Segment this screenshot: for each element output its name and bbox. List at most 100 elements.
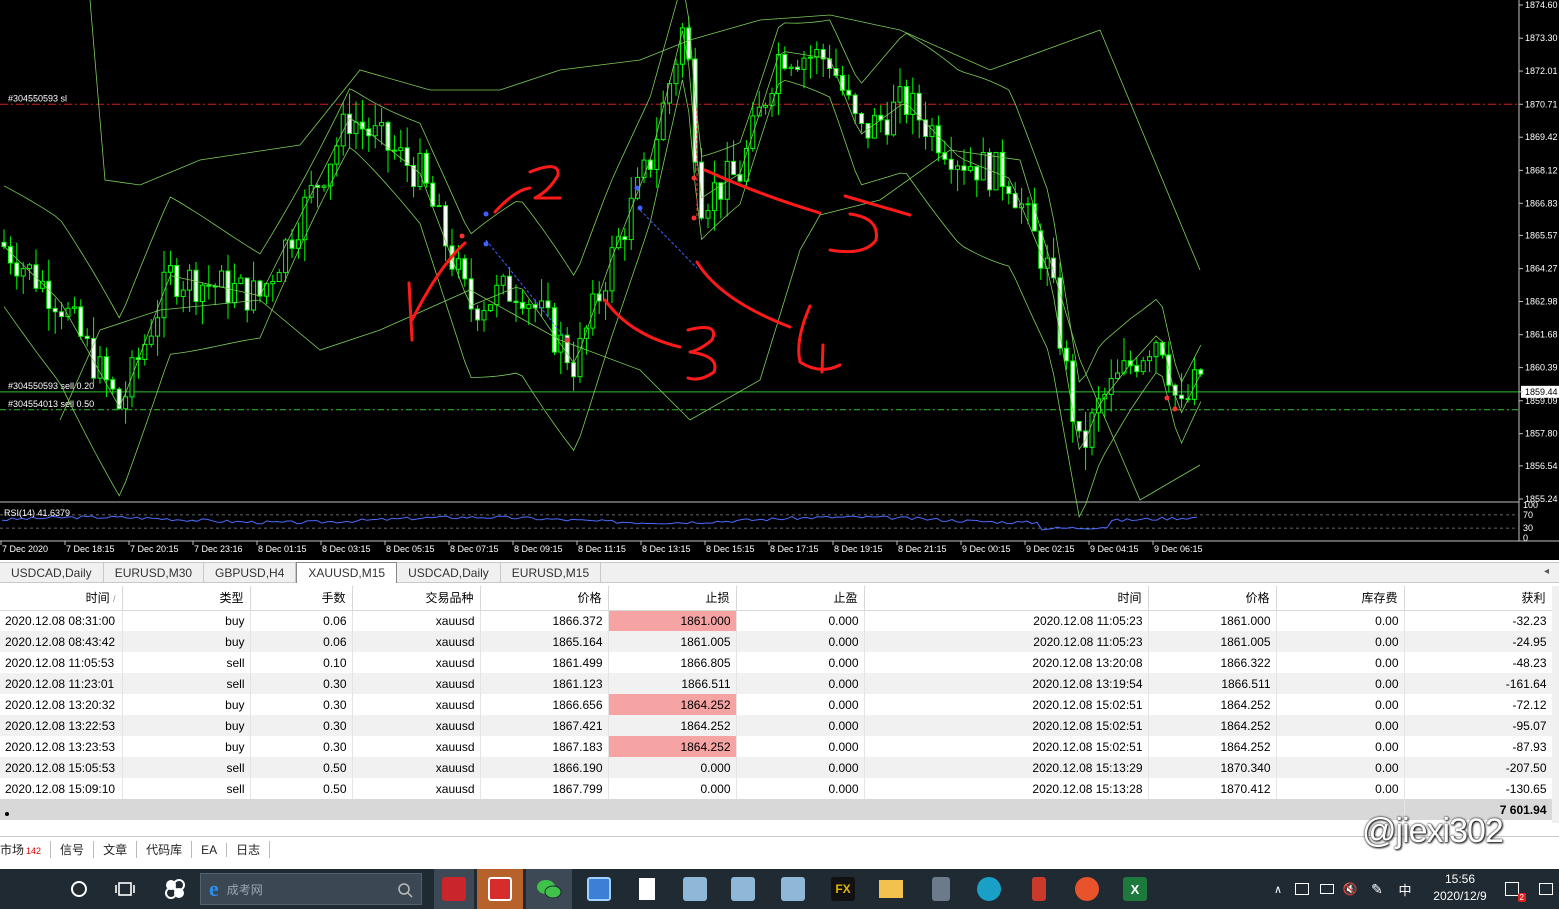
rsi-axis-label: 70 xyxy=(1523,510,1533,520)
edge-browser-icon[interactable] xyxy=(972,869,1006,909)
col-header-profit[interactable]: 获利 xyxy=(1404,586,1553,611)
browser-search-box[interactable]: e 成考网 xyxy=(200,873,422,905)
pen-tray-icon[interactable]: ✎ xyxy=(1366,869,1388,909)
terminal-tab-market[interactable]: 市场 142 xyxy=(0,841,52,858)
pen-app-icon[interactable] xyxy=(1022,869,1056,909)
chart-tab-eurusd-m15[interactable]: EURUSD,M15 xyxy=(501,563,602,583)
clock-date: 2020/12/9 xyxy=(1433,889,1487,903)
terminal-tab-ea[interactable]: EA xyxy=(192,842,228,857)
table-row[interactable]: 2020.12.08 11:23:01 sell 0.30 xauusd 1861.12… xyxy=(0,673,1553,694)
cell-stop-loss: 1864.252 xyxy=(608,694,737,715)
table-scrollbar[interactable] xyxy=(1552,586,1559,823)
col-header-symbol[interactable]: 交易品种 xyxy=(352,586,481,611)
table-row[interactable]: 2020.12.08 15:09:10 sell 0.50 xauusd 1867.79… xyxy=(0,778,1553,799)
terminal-tab-bar: 市场 142 信号 文章 代码库 EA 日志 xyxy=(0,836,1559,862)
mt4-terminal-icon-2[interactable] xyxy=(726,869,760,909)
search-icon[interactable] xyxy=(397,882,413,898)
trade-marker[interactable] xyxy=(637,205,643,211)
col-header-close-price[interactable]: 价格 xyxy=(1148,586,1277,611)
candle xyxy=(1147,356,1153,362)
cell-volume: 0.30 xyxy=(250,715,353,736)
candle xyxy=(78,306,84,337)
action-center-icon[interactable] xyxy=(1534,869,1558,909)
task-view-icon[interactable] xyxy=(108,869,142,909)
wechat-icon[interactable] xyxy=(526,869,572,909)
price-chart[interactable]: 1874.60 1873.30 1872.01 1870.71 1869.42 1868.… xyxy=(0,0,1559,560)
chart-tab-usdcad-daily[interactable]: USDCAD,Daily xyxy=(0,563,104,583)
network-icon[interactable] xyxy=(1316,869,1338,909)
candle xyxy=(59,311,65,318)
excel-icon[interactable]: X xyxy=(1118,869,1152,909)
wps-red-app-icon[interactable] xyxy=(434,869,474,909)
chart-tab-eurusd-m30[interactable]: EURUSD,M30 xyxy=(104,563,205,583)
cell-type: buy xyxy=(122,694,251,715)
col-header-stop-loss[interactable]: 止损 xyxy=(608,586,737,611)
cell-profit: -207.50 xyxy=(1404,757,1553,778)
table-row[interactable]: 2020.12.08 13:22:53 buy 0.30 xauusd 1867.421… xyxy=(0,715,1553,736)
table-row[interactable]: 2020.12.08 11:05:53 sell 0.10 xauusd 1861.49… xyxy=(0,652,1553,673)
fx-app-icon[interactable]: FX xyxy=(826,869,860,909)
chart-tab-usdcad-daily-2[interactable]: USDCAD,Daily xyxy=(397,563,501,583)
notification-icon[interactable]: 2 xyxy=(1500,869,1526,909)
col-header-volume[interactable]: 手数 xyxy=(250,586,353,611)
orange-app-icon[interactable] xyxy=(1070,869,1104,909)
cell-stop-loss: 0.000 xyxy=(608,778,737,799)
wps-app-icon-active[interactable] xyxy=(477,869,523,909)
terminal-tab-articles[interactable]: 文章 xyxy=(94,841,138,858)
table-row[interactable]: 2020.12.08 08:43:42 buy 0.06 xauusd 1865.164… xyxy=(0,631,1553,652)
cell-stop-loss: 1866.805 xyxy=(608,652,737,673)
cell-stop-loss: 1864.252 xyxy=(608,715,737,736)
ime-indicator[interactable]: 中 xyxy=(1394,869,1416,909)
terminal-tab-code-base[interactable]: 代码库 xyxy=(137,841,193,858)
candle xyxy=(315,184,321,188)
trade-marker[interactable] xyxy=(691,215,697,221)
document-icon[interactable] xyxy=(630,869,664,909)
time-axis-label: 8 Dec 05:15 xyxy=(386,544,435,554)
tray-expand-icon[interactable]: ∧ xyxy=(1268,869,1288,909)
folder-icon[interactable] xyxy=(874,869,908,909)
terminal-tab-journal[interactable]: 日志 xyxy=(227,841,271,858)
taskbar-clock[interactable]: 15:56 2020/12/9 xyxy=(1425,871,1495,905)
trade-marker[interactable] xyxy=(459,233,465,239)
trade-marker[interactable] xyxy=(691,175,697,181)
trade-marker[interactable] xyxy=(483,211,489,217)
col-header-open-price[interactable]: 价格 xyxy=(480,586,609,611)
col-header-open-time[interactable]: 时间 / xyxy=(0,586,123,611)
terminal-tab-signals[interactable]: 信号 xyxy=(51,841,95,858)
cell-close-time: 2020.12.08 11:05:23 xyxy=(864,631,1149,652)
candlestick-chart[interactable]: 1874.60 1873.30 1872.01 1870.71 1869.42 1868.… xyxy=(0,0,1559,560)
table-row[interactable]: 2020.12.08 13:23:53 buy 0.30 xauusd 1867.183… xyxy=(0,736,1553,757)
cortana-icon[interactable] xyxy=(62,869,96,909)
rsi-axis-label: 100 xyxy=(1523,500,1538,510)
volume-muted-icon[interactable]: 🔇 xyxy=(1340,869,1360,909)
handwritten-5 xyxy=(828,194,912,254)
search-placeholder: 成考网 xyxy=(226,882,263,897)
tray-app-icon[interactable] xyxy=(1292,869,1312,909)
chart-tab-xauusd-m15[interactable]: XAUUSD,M15 xyxy=(296,562,398,583)
calculator-icon[interactable] xyxy=(924,869,958,909)
candle xyxy=(455,258,461,270)
cell-symbol: xauusd xyxy=(352,652,481,673)
window-app-icon[interactable] xyxy=(582,869,616,909)
trade-marker[interactable] xyxy=(1172,406,1178,412)
trade-marker[interactable] xyxy=(634,185,640,191)
col-header-close-time[interactable]: 时间 xyxy=(864,586,1149,611)
chart-tab-gbpusd-h4[interactable]: GBPUSD,H4 xyxy=(204,563,297,583)
candle xyxy=(507,275,513,302)
handwritten-4 xyxy=(797,304,842,374)
cell-open-time: 2020.12.08 15:05:53 xyxy=(0,757,123,778)
pinwheel-app-icon[interactable] xyxy=(158,869,192,909)
candle xyxy=(398,147,404,152)
tab-scroll-arrow-icon[interactable]: ◂ xyxy=(1544,566,1549,577)
candle xyxy=(699,161,705,219)
mt4-terminal-icon-3[interactable] xyxy=(776,869,810,909)
mt4-terminal-icon-1[interactable] xyxy=(678,869,712,909)
cell-profit: -48.23 xyxy=(1404,652,1553,673)
table-row[interactable]: 2020.12.08 13:20:32 buy 0.30 xauusd 1866.656… xyxy=(0,694,1553,715)
col-header-swap[interactable]: 库存费 xyxy=(1276,586,1405,611)
col-header-take-profit[interactable]: 止盈 xyxy=(736,586,865,611)
table-row[interactable]: 2020.12.08 15:05:53 sell 0.50 xauusd 1866.19… xyxy=(0,757,1553,778)
table-row[interactable]: 2020.12.08 08:31:00 buy 0.06 xauusd 1866.372… xyxy=(0,610,1553,631)
trade-marker[interactable] xyxy=(1164,395,1170,401)
col-header-type[interactable]: 类型 xyxy=(122,586,251,611)
